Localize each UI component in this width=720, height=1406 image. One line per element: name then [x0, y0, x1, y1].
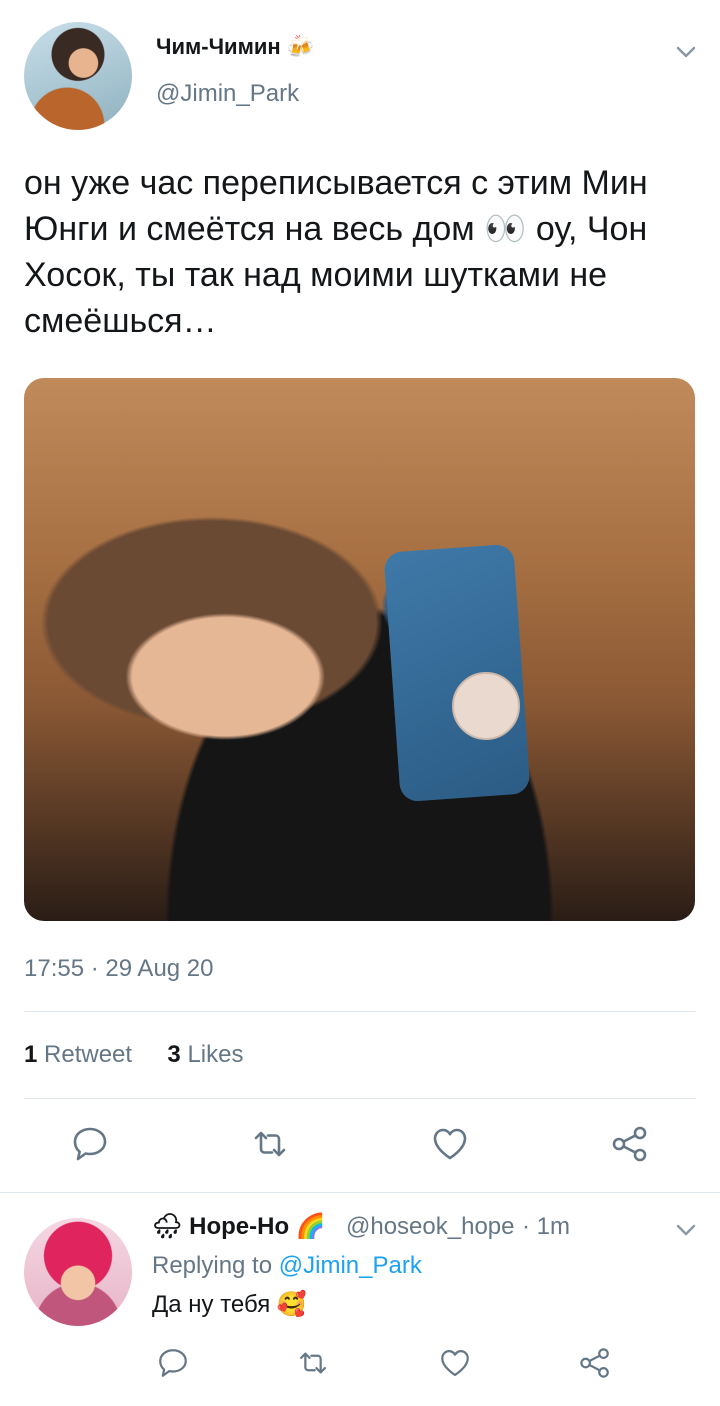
author-handle[interactable]: @Jimin_Park	[156, 80, 299, 108]
like-button[interactable]	[430, 1124, 470, 1164]
reply-text-body: Да ну тебя	[152, 1291, 271, 1318]
tweet-date: 29 Aug 20	[105, 955, 214, 982]
retweets-stat[interactable]: 1 Retweet	[24, 1041, 132, 1068]
likes-label: Likes	[187, 1041, 244, 1068]
retweet-button[interactable]	[250, 1124, 290, 1164]
replying-to: Replying to @Jimin_Park	[152, 1252, 422, 1280]
reply-like-button[interactable]	[438, 1346, 472, 1380]
share-icon	[580, 1348, 609, 1378]
reply-time: · 1m	[522, 1213, 570, 1241]
rainbow-emoji: 🌈	[295, 1213, 326, 1240]
retweet-icon	[254, 1131, 286, 1157]
retweet-label: Retweet	[44, 1041, 133, 1068]
likes-stat[interactable]: 3 Likes	[167, 1041, 243, 1068]
tweet-timestamp[interactable]: 17:55 · 29 Aug 20	[24, 955, 214, 983]
reply-time-value: 1m	[536, 1213, 571, 1240]
reply-time-separator: ·	[522, 1213, 537, 1240]
tweet-stats: 1 Retweet 3 Likes	[24, 1041, 243, 1069]
tweet-photo[interactable]	[24, 378, 695, 921]
photo-phone-shape	[383, 543, 531, 803]
comment-icon	[159, 1349, 187, 1377]
retweet-icon	[299, 1352, 327, 1374]
heart-icon	[433, 1128, 467, 1160]
heart-icon	[441, 1349, 469, 1377]
retweet-count: 1	[24, 1041, 38, 1068]
rain-cloud-emoji: 🌧	[152, 1213, 183, 1240]
divider	[0, 1192, 720, 1193]
smiling-hearts-emoji: 🥰	[276, 1291, 307, 1318]
likes-count: 3	[167, 1041, 181, 1068]
reply-share-button[interactable]	[578, 1346, 612, 1380]
divider	[24, 1011, 696, 1012]
reply-reply-button[interactable]	[156, 1346, 190, 1380]
share-button[interactable]	[610, 1124, 650, 1164]
comment-icon	[73, 1127, 107, 1161]
chevron-down-icon[interactable]	[674, 1218, 698, 1242]
reply-retweet-button[interactable]	[296, 1346, 330, 1380]
chevron-down-icon[interactable]	[674, 40, 698, 64]
reply-author-handle[interactable]: @hoseok_hope	[346, 1213, 515, 1241]
author-avatar[interactable]	[24, 22, 132, 130]
reply-text: Да ну тебя 🥰	[152, 1290, 307, 1319]
tweet-time: 17:55	[24, 955, 85, 982]
beer-emoji: 🍻	[286, 34, 315, 59]
author-name-text: Чим-Чимин	[156, 34, 281, 59]
replying-to-mention[interactable]: @Jimin_Park	[279, 1252, 422, 1279]
reply-name-text: Hope-Ho	[189, 1213, 290, 1240]
replying-label: Replying to	[152, 1252, 273, 1279]
divider	[24, 1098, 696, 1099]
reply-author-display-name[interactable]: 🌧 Hope-Ho 🌈	[152, 1212, 326, 1241]
reply-button[interactable]	[70, 1124, 110, 1164]
author-display-name[interactable]: Чим-Чимин 🍻	[156, 34, 314, 60]
timestamp-separator: ·	[84, 955, 106, 982]
photo-phone-grip-shape	[452, 672, 520, 740]
reply-author-avatar[interactable]	[24, 1218, 132, 1326]
share-icon	[612, 1126, 647, 1162]
tweet-text: он уже час переписывается с этим Мин Юнг…	[24, 164, 648, 340]
